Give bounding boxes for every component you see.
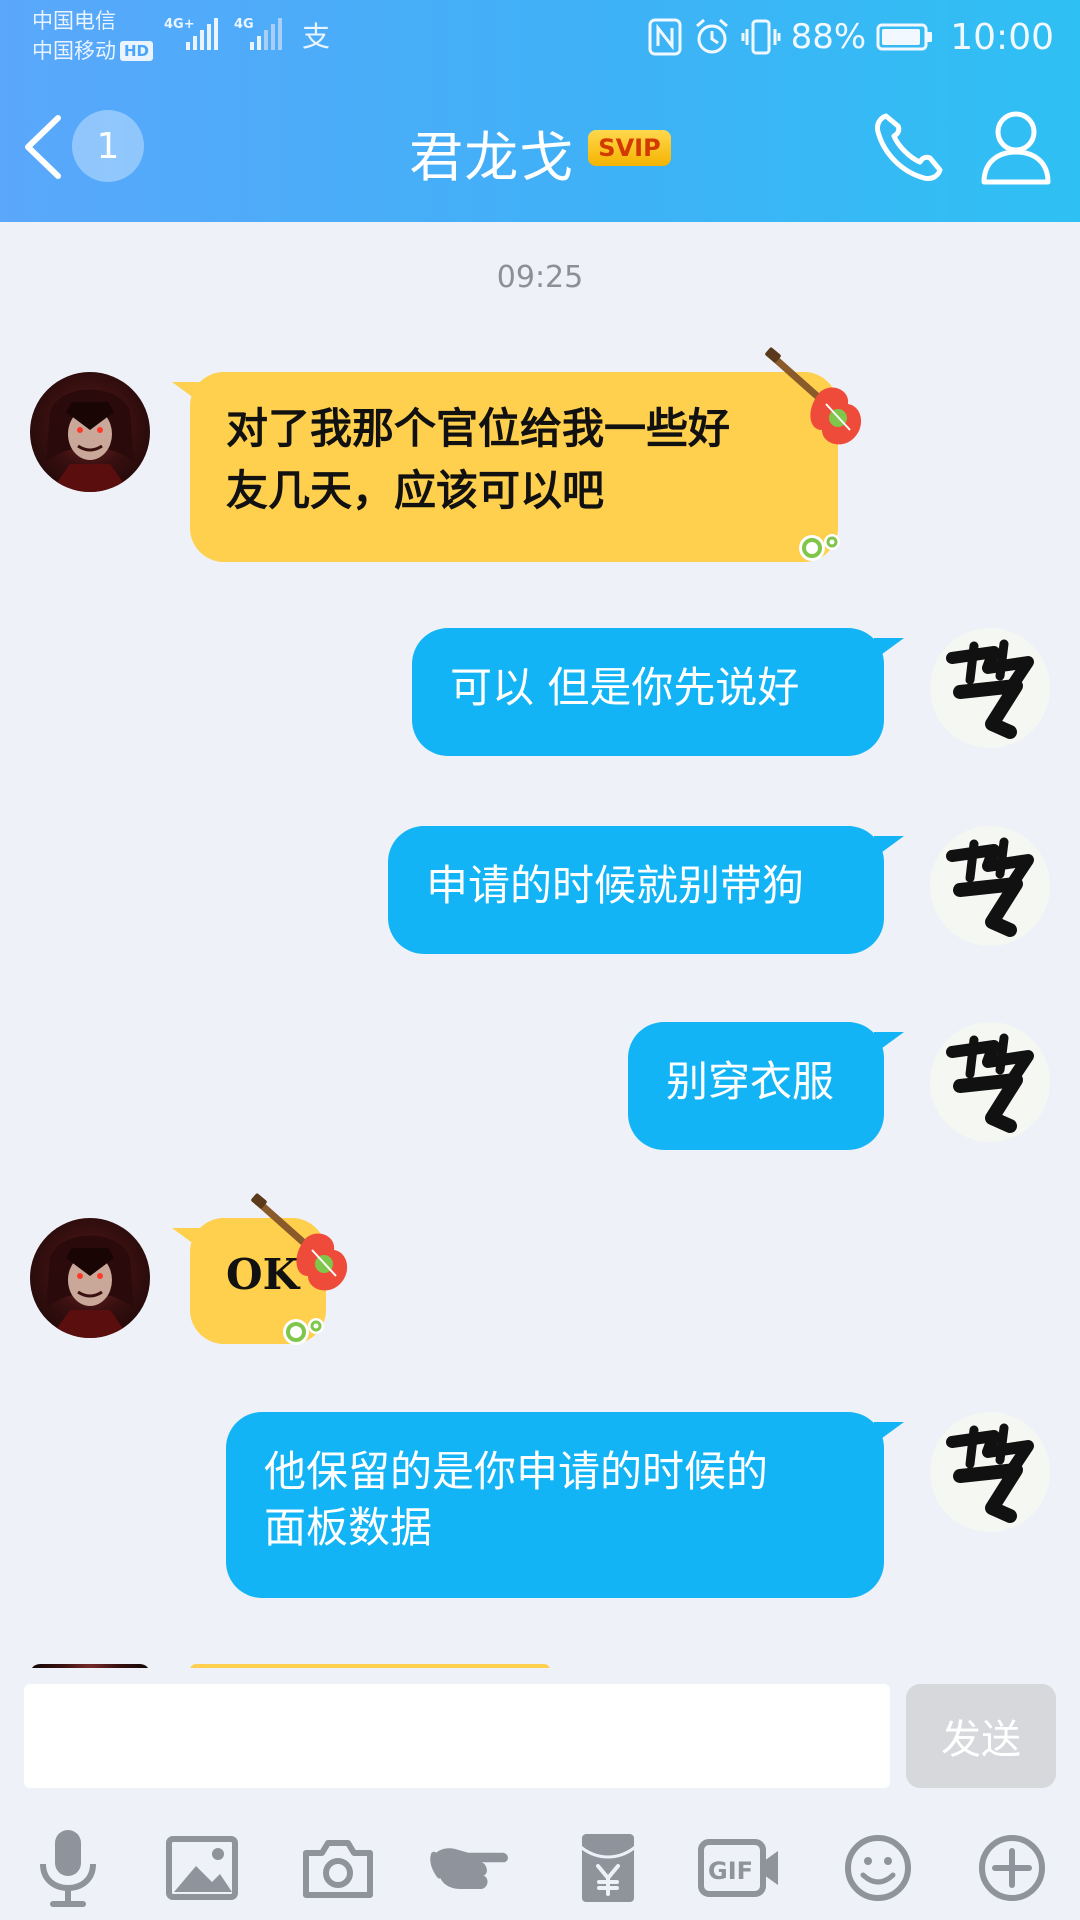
message-bubble-incoming[interactable]: 对了我那个官位给我一些好 友几天，应该可以吧 bbox=[172, 372, 838, 562]
calligraphy-avatar-icon bbox=[946, 639, 1034, 739]
contact-avatar[interactable] bbox=[30, 372, 150, 492]
contact-name[interactable]: 君龙戈 bbox=[409, 113, 574, 192]
header: 中国电信 中国移动 HD 4G+ 4G 支 88% 10:00 1 君龙戈 SV… bbox=[0, 0, 1080, 222]
contact-avatar[interactable] bbox=[30, 1218, 150, 1338]
message-text-line: 友几天，应该可以吧 bbox=[226, 466, 605, 515]
dark-character-avatar-icon bbox=[46, 1235, 134, 1338]
guitar-decoration-icon bbox=[765, 347, 862, 445]
message-text: 申请的时候就别带狗 bbox=[426, 861, 805, 910]
message-text: 可以 但是你先说好 bbox=[450, 663, 800, 712]
status-right: 88% 10:00 bbox=[647, 12, 1054, 62]
message-text-line: 面板数据 bbox=[264, 1503, 433, 1552]
poke-icon[interactable] bbox=[430, 1826, 514, 1910]
message-bubble-outgoing[interactable]: 申请的时候就别带狗 bbox=[388, 826, 904, 954]
bubble-badge-icon bbox=[799, 534, 840, 561]
svg-text:GIF: GIF bbox=[708, 1857, 753, 1885]
battery-percent: 88% bbox=[790, 17, 867, 57]
chat-toolbar: GIF bbox=[0, 1810, 1080, 1920]
signal-icons: 4G+ 4G 支 bbox=[164, 17, 330, 53]
camera-icon[interactable] bbox=[296, 1826, 380, 1910]
message-timestamp: 09:25 bbox=[496, 260, 584, 295]
phone-call-icon[interactable] bbox=[870, 110, 946, 186]
chat-screen: 中国电信 中国移动 HD 4G+ 4G 支 88% 10:00 1 君龙戈 SV… bbox=[0, 0, 1080, 1920]
status-bar: 中国电信 中国移动 HD 4G+ 4G 支 88% 10:00 bbox=[0, 0, 1080, 72]
carrier-2: 中国移动 bbox=[32, 39, 116, 63]
svip-badge: SVIP bbox=[588, 130, 671, 166]
svg-text:支: 支 bbox=[302, 20, 330, 53]
clock: 10:00 bbox=[950, 16, 1054, 58]
message-text-line: 他保留的是你申请的时候的 bbox=[264, 1447, 769, 1496]
message-bubble-outgoing[interactable]: 别穿衣服 bbox=[628, 1022, 904, 1150]
calligraphy-avatar-icon bbox=[946, 1033, 1034, 1133]
nfc-icon bbox=[648, 18, 682, 56]
battery-icon bbox=[876, 23, 933, 51]
image-icon[interactable] bbox=[160, 1826, 244, 1910]
calligraphy-avatar-icon bbox=[946, 837, 1034, 937]
vibrate-icon bbox=[741, 19, 781, 55]
bubble-badge-icon bbox=[283, 1318, 324, 1345]
dark-character-avatar-icon bbox=[46, 389, 134, 492]
my-avatar[interactable] bbox=[930, 826, 1050, 946]
my-avatar[interactable] bbox=[930, 628, 1050, 748]
my-avatar[interactable] bbox=[930, 1022, 1050, 1142]
svg-text:4G: 4G bbox=[234, 17, 254, 32]
input-bar: 发送 bbox=[0, 1668, 1080, 1808]
message-bubble-outgoing[interactable]: 他保留的是你申请的时候的 面板数据 bbox=[226, 1412, 904, 1598]
alarm-icon bbox=[695, 18, 728, 54]
message-text: 别穿衣服 bbox=[666, 1057, 835, 1106]
carrier-1: 中国电信 bbox=[32, 9, 116, 33]
message-bubble-outgoing[interactable]: 可以 但是你先说好 bbox=[412, 628, 904, 756]
send-button[interactable]: 发送 bbox=[906, 1684, 1056, 1788]
red-packet-icon[interactable] bbox=[566, 1826, 650, 1910]
emoji-icon[interactable] bbox=[836, 1826, 920, 1910]
message-text-line: 对了我那个官位给我一些好 bbox=[226, 404, 731, 453]
guitar-decoration-icon bbox=[251, 1193, 348, 1291]
calligraphy-avatar-icon bbox=[946, 1423, 1034, 1523]
hd-badge: HD bbox=[120, 41, 154, 61]
my-avatar[interactable] bbox=[930, 1412, 1050, 1532]
message-input[interactable] bbox=[24, 1684, 890, 1788]
profile-icon[interactable] bbox=[980, 108, 1052, 186]
plus-icon[interactable] bbox=[970, 1826, 1054, 1910]
gif-icon[interactable]: GIF bbox=[698, 1826, 782, 1910]
microphone-icon[interactable] bbox=[26, 1826, 110, 1910]
svg-text:4G+: 4G+ bbox=[164, 17, 195, 32]
carrier-info: 中国电信 中国移动 HD bbox=[32, 6, 154, 66]
